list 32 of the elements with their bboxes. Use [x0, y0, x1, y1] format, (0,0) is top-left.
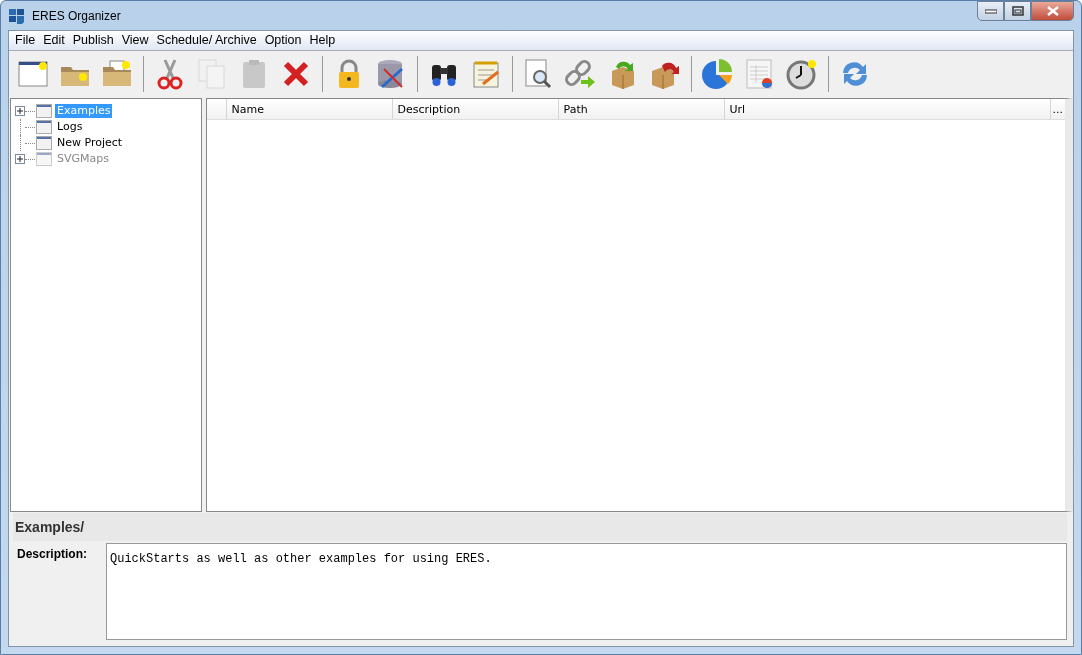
app-icon: [8, 6, 26, 25]
menu-item[interactable]: Edit: [39, 32, 69, 49]
maximize-button[interactable]: [1004, 1, 1031, 21]
column-header[interactable]: Name: [226, 99, 393, 119]
column-header[interactable]: Path: [558, 99, 725, 119]
menu-item[interactable]: View: [117, 32, 153, 49]
tree-item[interactable]: New Project: [55, 136, 125, 150]
description-field[interactable]: QuickStarts as well as other examples for using ERES.: [106, 543, 1067, 640]
description-label: Description:: [16, 546, 88, 563]
restore-icon: [1011, 6, 1024, 16]
close-button[interactable]: [1031, 1, 1074, 21]
menu-item[interactable]: Help: [305, 32, 340, 49]
window-title: ERES Organizer: [32, 7, 121, 25]
menu-item[interactable]: Option: [260, 32, 306, 49]
project-icon: [36, 104, 52, 118]
menu-item[interactable]: Schedule/ Archive: [152, 32, 261, 49]
details-title: Examples/: [13, 513, 1067, 541]
expand-icon[interactable]: [15, 106, 25, 116]
project-icon: [36, 152, 52, 166]
minimize-button[interactable]: [977, 1, 1004, 21]
menu-item[interactable]: File: [11, 32, 40, 49]
pie-chart-icon: [701, 57, 735, 91]
column-header[interactable]: Description: [392, 99, 559, 119]
column-header[interactable]: Url: [724, 99, 1051, 119]
tree-item[interactable]: Logs: [55, 120, 85, 134]
menu-item[interactable]: Publish: [68, 32, 118, 49]
minimize-icon: [984, 8, 997, 14]
close-icon: [1045, 6, 1060, 16]
project-icon: [36, 136, 52, 150]
project-icon: [36, 120, 52, 134]
clock-icon: [785, 57, 819, 91]
column-chooser-button[interactable]: ...: [1050, 99, 1065, 119]
